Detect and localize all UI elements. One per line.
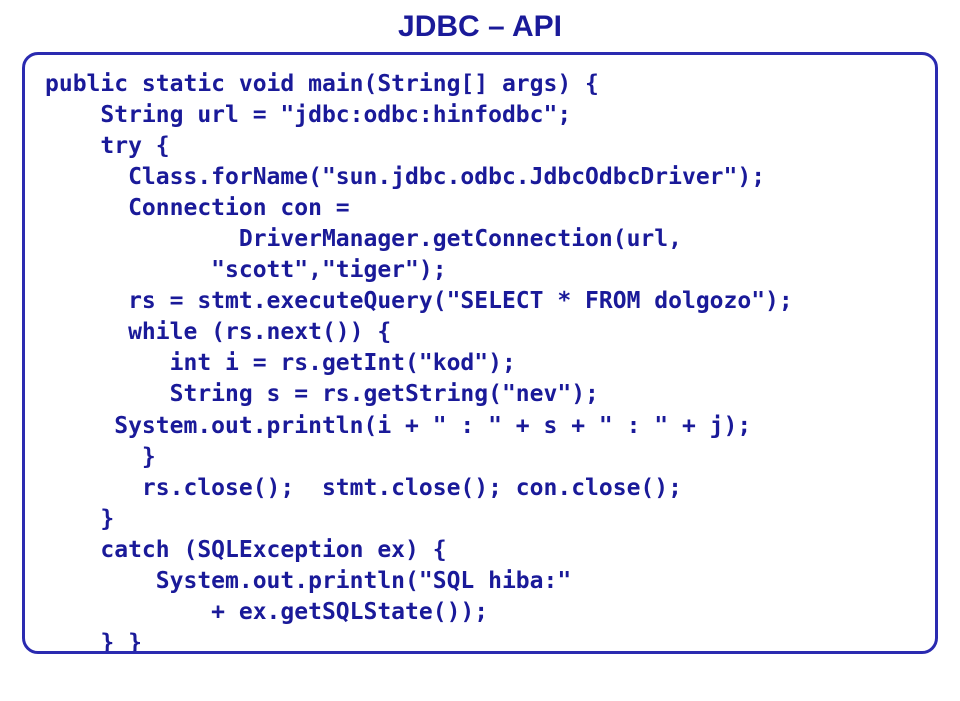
code-box: public static void main(String[] args) {… (22, 52, 938, 654)
code-block: public static void main(String[] args) {… (45, 69, 915, 654)
slide: JDBC – API public static void main(Strin… (0, 0, 960, 701)
slide-title: JDBC – API (0, 0, 960, 52)
